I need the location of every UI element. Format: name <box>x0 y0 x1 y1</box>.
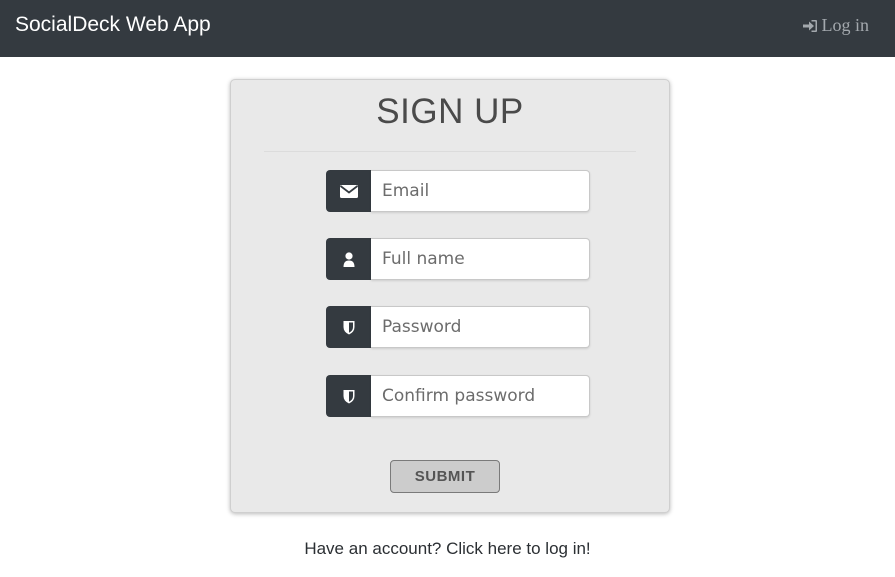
fullname-field-group <box>326 238 590 280</box>
user-icon <box>326 238 371 280</box>
shield-icon <box>326 306 371 348</box>
envelope-icon <box>326 170 371 212</box>
nav-login-label: Log in <box>821 15 870 35</box>
login-prompt-link[interactable]: Have an account? Click here to log in! <box>0 539 895 559</box>
shield-icon <box>326 375 371 417</box>
sign-in-icon <box>802 19 818 33</box>
email-input[interactable] <box>371 170 590 212</box>
title-divider <box>264 151 636 152</box>
password-input[interactable] <box>371 306 590 348</box>
confirm-password-field-group <box>326 375 590 417</box>
signup-title: SIGN UP <box>376 92 524 131</box>
email-field-group <box>326 170 590 212</box>
full-name-input[interactable] <box>371 238 590 280</box>
top-navbar: SocialDeck Web App Log in <box>0 0 895 57</box>
signup-card: SIGN UP Email Full name SUBMIT <box>230 79 670 513</box>
confirm-password-input[interactable] <box>371 375 590 417</box>
password-field-group <box>326 306 590 348</box>
submit-button[interactable]: SUBMIT <box>390 460 500 493</box>
app-brand[interactable]: SocialDeck Web App <box>15 13 211 37</box>
nav-login-link[interactable]: Log in <box>802 15 870 36</box>
